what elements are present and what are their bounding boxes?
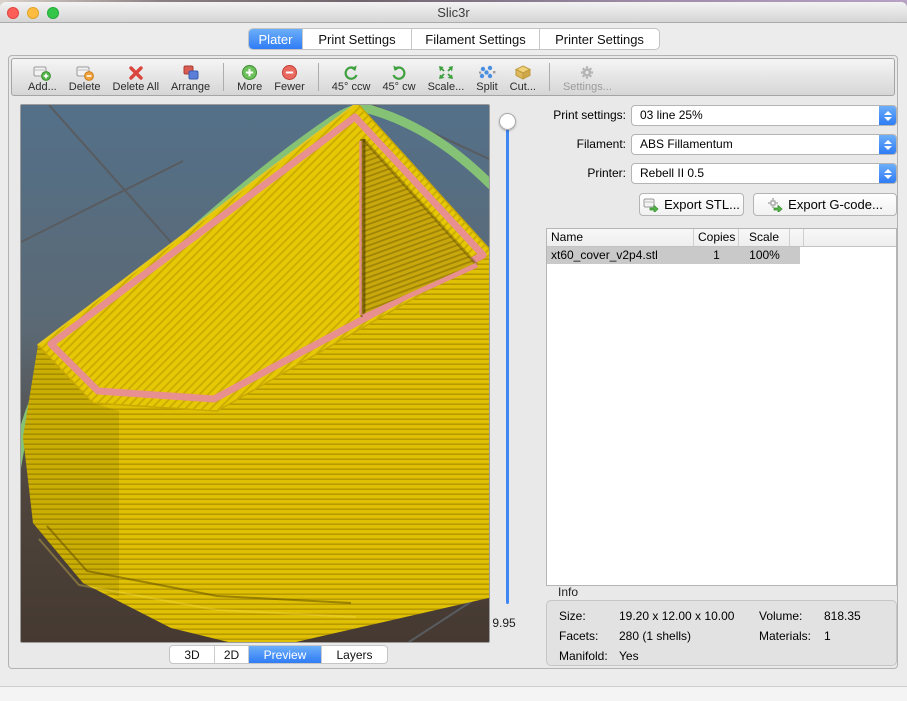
split-button[interactable]: Split bbox=[470, 60, 503, 94]
view-tab-2d[interactable]: 2D bbox=[215, 646, 249, 663]
dropdown-stepper-icon bbox=[879, 164, 896, 183]
tab-printer-settings[interactable]: Printer Settings bbox=[540, 29, 659, 49]
print-settings-label: Print settings: bbox=[546, 105, 626, 126]
column-header-scale[interactable]: Scale bbox=[739, 229, 790, 246]
object-list-header: Name Copies Scale bbox=[547, 229, 896, 247]
size-label: Size: bbox=[559, 609, 586, 623]
add-icon bbox=[32, 64, 52, 81]
manifold-label: Manifold: bbox=[559, 649, 608, 663]
rotate-cw-icon bbox=[390, 64, 408, 81]
export-stl-label: Export STL... bbox=[664, 197, 740, 212]
printer-label: Printer: bbox=[546, 163, 626, 184]
delete-button[interactable]: Delete bbox=[63, 60, 107, 94]
layer-slider-handle[interactable] bbox=[499, 113, 516, 130]
export-gcode-icon bbox=[767, 197, 783, 212]
print-settings-select[interactable]: 03 line 25% bbox=[631, 105, 897, 126]
export-gcode-button[interactable]: Export G-code... bbox=[753, 193, 897, 216]
fewer-icon bbox=[281, 64, 298, 81]
info-group-title: Info bbox=[558, 585, 578, 599]
object-scale-cell: 100% bbox=[739, 247, 790, 264]
view-tab-preview[interactable]: Preview bbox=[249, 646, 322, 663]
settings-button[interactable]: Settings... bbox=[557, 60, 618, 94]
toolbar: Add... Delete Delete All Arrange bbox=[11, 58, 895, 96]
fewer-button[interactable]: Fewer bbox=[268, 60, 311, 94]
printer-value: Rebell II 0.5 bbox=[640, 166, 704, 180]
tab-plater[interactable]: Plater bbox=[249, 29, 303, 49]
plater-panel: Add... Delete Delete All Arrange bbox=[8, 55, 898, 669]
filament-value: ABS Fillamentum bbox=[640, 137, 733, 151]
layer-slider-track[interactable] bbox=[506, 129, 509, 604]
print-settings-value: 03 line 25% bbox=[640, 108, 703, 122]
object-list: Name Copies Scale xt60_cover_v2p4.stl 1 … bbox=[546, 228, 897, 586]
column-header-extra bbox=[790, 229, 804, 246]
main-tab-bar: Plater Print Settings Filament Settings … bbox=[248, 28, 660, 50]
volume-label: Volume: bbox=[759, 609, 802, 623]
more-icon bbox=[241, 64, 258, 81]
filament-select[interactable]: ABS Fillamentum bbox=[631, 134, 897, 155]
app-window: Slic3r Plater Print Settings Filament Se… bbox=[0, 2, 907, 701]
facets-value: 280 (1 shells) bbox=[619, 629, 691, 643]
title-bar: Slic3r bbox=[0, 2, 907, 23]
viewport-canvas bbox=[21, 105, 489, 642]
info-panel: Size: 19.20 x 12.00 x 10.00 Volume: 818.… bbox=[546, 600, 897, 666]
scale-button[interactable]: Scale... bbox=[422, 60, 471, 94]
viewport-3d-preview[interactable] bbox=[20, 104, 490, 643]
arrange-button[interactable]: Arrange bbox=[165, 60, 216, 94]
toolbar-separator bbox=[223, 63, 224, 91]
layer-slider-value: 9.95 bbox=[483, 616, 525, 630]
dropdown-stepper-icon bbox=[879, 135, 896, 154]
materials-label: Materials: bbox=[759, 629, 811, 643]
rotate-cw-button[interactable]: 45° cw bbox=[376, 60, 421, 94]
cut-button[interactable]: Cut... bbox=[504, 60, 542, 94]
status-bar bbox=[0, 686, 907, 701]
view-tab-layers[interactable]: Layers bbox=[322, 646, 387, 663]
facets-label: Facets: bbox=[559, 629, 598, 643]
object-name-cell: xt60_cover_v2p4.stl bbox=[547, 247, 694, 264]
column-header-copies[interactable]: Copies bbox=[694, 229, 739, 246]
export-stl-icon bbox=[643, 197, 659, 212]
more-button[interactable]: More bbox=[231, 60, 268, 94]
window-title: Slic3r bbox=[0, 5, 907, 20]
table-row[interactable]: xt60_cover_v2p4.stl 1 100% bbox=[547, 247, 800, 264]
toolbar-separator bbox=[549, 63, 550, 91]
toolbar-separator bbox=[318, 63, 319, 91]
add-button[interactable]: Add... bbox=[22, 60, 63, 94]
tab-filament-settings[interactable]: Filament Settings bbox=[412, 29, 540, 49]
filament-label: Filament: bbox=[546, 134, 626, 155]
split-icon bbox=[478, 64, 496, 81]
volume-value: 818.35 bbox=[824, 609, 861, 623]
arrange-icon bbox=[181, 64, 201, 81]
delete-all-button[interactable]: Delete All bbox=[107, 60, 165, 94]
export-stl-button[interactable]: Export STL... bbox=[639, 193, 744, 216]
column-header-name[interactable]: Name bbox=[547, 229, 694, 246]
view-tab-3d[interactable]: 3D bbox=[170, 646, 215, 663]
delete-all-icon bbox=[127, 64, 145, 81]
size-value: 19.20 x 12.00 x 10.00 bbox=[619, 609, 734, 623]
materials-value: 1 bbox=[824, 629, 831, 643]
export-gcode-label: Export G-code... bbox=[788, 197, 883, 212]
scale-icon bbox=[437, 64, 455, 81]
view-tab-bar: 3D 2D Preview Layers bbox=[169, 645, 388, 664]
object-copies-cell: 1 bbox=[694, 247, 739, 264]
delete-icon bbox=[75, 64, 95, 81]
dropdown-stepper-icon bbox=[879, 106, 896, 125]
cut-icon bbox=[514, 64, 532, 81]
printer-select[interactable]: Rebell II 0.5 bbox=[631, 163, 897, 184]
rotate-ccw-icon bbox=[342, 64, 360, 81]
rotate-ccw-button[interactable]: 45° ccw bbox=[326, 60, 377, 94]
manifold-value: Yes bbox=[619, 649, 639, 663]
tab-print-settings[interactable]: Print Settings bbox=[303, 29, 412, 49]
gear-icon bbox=[578, 64, 596, 81]
